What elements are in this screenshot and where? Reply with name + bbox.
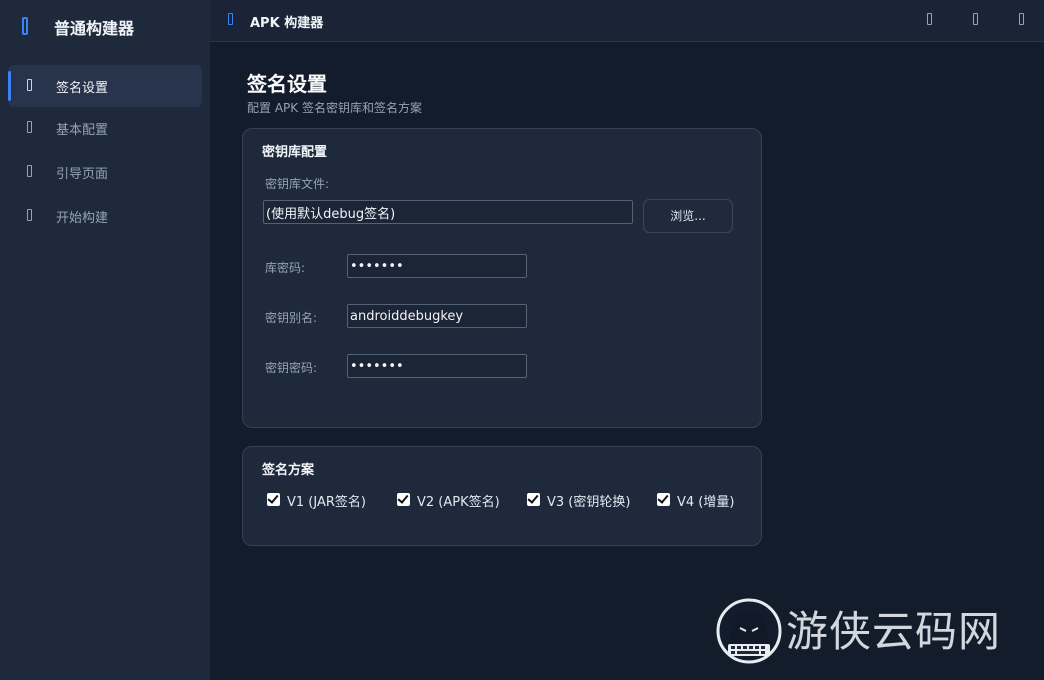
keystore-card: 密钥库配置 密钥库文件: 浏览... 库密码: 密钥别名: 密钥密码: <box>242 128 762 428</box>
signing-scheme-card: 签名方案 V1 (JAR签名) V2 (APK签名) V3 (密钥轮换) V4 … <box>242 446 762 546</box>
checkbox-label: V4 (增量) <box>677 495 735 510</box>
sidebar: 普通构建器 签名设置 基本配置 引导页面 开始构建 <box>0 0 210 680</box>
checkbox-label: V3 (密钥轮换) <box>547 495 631 510</box>
key-alias-label: 密钥别名: <box>265 311 318 325</box>
build-icon <box>27 209 32 221</box>
app-logo-icon <box>22 17 28 35</box>
keystore-file-label: 密钥库文件: <box>265 177 330 191</box>
page-subtitle: 配置 APK 签名密钥库和签名方案 <box>247 101 422 115</box>
header-title: APK 构建器 <box>250 16 324 31</box>
sidebar-item-basic-config[interactable]: 基本配置 <box>8 107 202 149</box>
key-password-label: 密钥密码: <box>265 361 318 375</box>
checkbox-label: V2 (APK签名) <box>417 495 500 510</box>
sidebar-item-signing[interactable]: 签名设置 <box>8 65 202 107</box>
checkbox-checked-icon[interactable] <box>527 493 540 506</box>
card-title: 签名方案 <box>262 463 315 478</box>
sidebar-item-start-build[interactable]: 开始构建 <box>8 195 202 237</box>
store-password-label: 库密码: <box>265 261 306 275</box>
sidebar-item-guide-pages[interactable]: 引导页面 <box>8 151 202 193</box>
page-title: 签名设置 <box>247 72 327 96</box>
settings-icon <box>27 121 32 133</box>
keystore-file-input[interactable] <box>263 200 633 224</box>
checkbox-checked-icon[interactable] <box>397 493 410 506</box>
brand: 普通构建器 <box>0 0 210 52</box>
watermark-text: 游侠云码网 <box>786 607 1002 656</box>
store-password-field[interactable] <box>347 254 527 278</box>
app-icon <box>228 13 233 25</box>
sidebar-item-label: 引导页面 <box>56 167 109 182</box>
key-alias-field[interactable] <box>347 304 527 328</box>
sidebar-item-label: 基本配置 <box>56 123 109 138</box>
minimize-icon[interactable] <box>927 13 932 25</box>
header: APK 构建器 <box>210 0 1044 42</box>
app-title: 普通构建器 <box>54 19 135 38</box>
sidebar-item-label: 签名设置 <box>56 81 109 96</box>
guide-icon <box>27 165 32 177</box>
browse-button[interactable]: 浏览... <box>643 199 733 233</box>
close-icon[interactable] <box>1019 13 1024 25</box>
checkbox-label: V1 (JAR签名) <box>287 495 366 510</box>
key-password-field[interactable] <box>347 354 527 378</box>
checkbox-checked-icon[interactable] <box>267 493 280 506</box>
maximize-icon[interactable] <box>973 13 978 25</box>
card-title: 密钥库配置 <box>262 145 328 160</box>
signing-icon <box>27 79 32 91</box>
checkbox-checked-icon[interactable] <box>657 493 670 506</box>
sidebar-item-label: 开始构建 <box>56 211 109 226</box>
watermark-hacker-icon <box>716 598 782 664</box>
